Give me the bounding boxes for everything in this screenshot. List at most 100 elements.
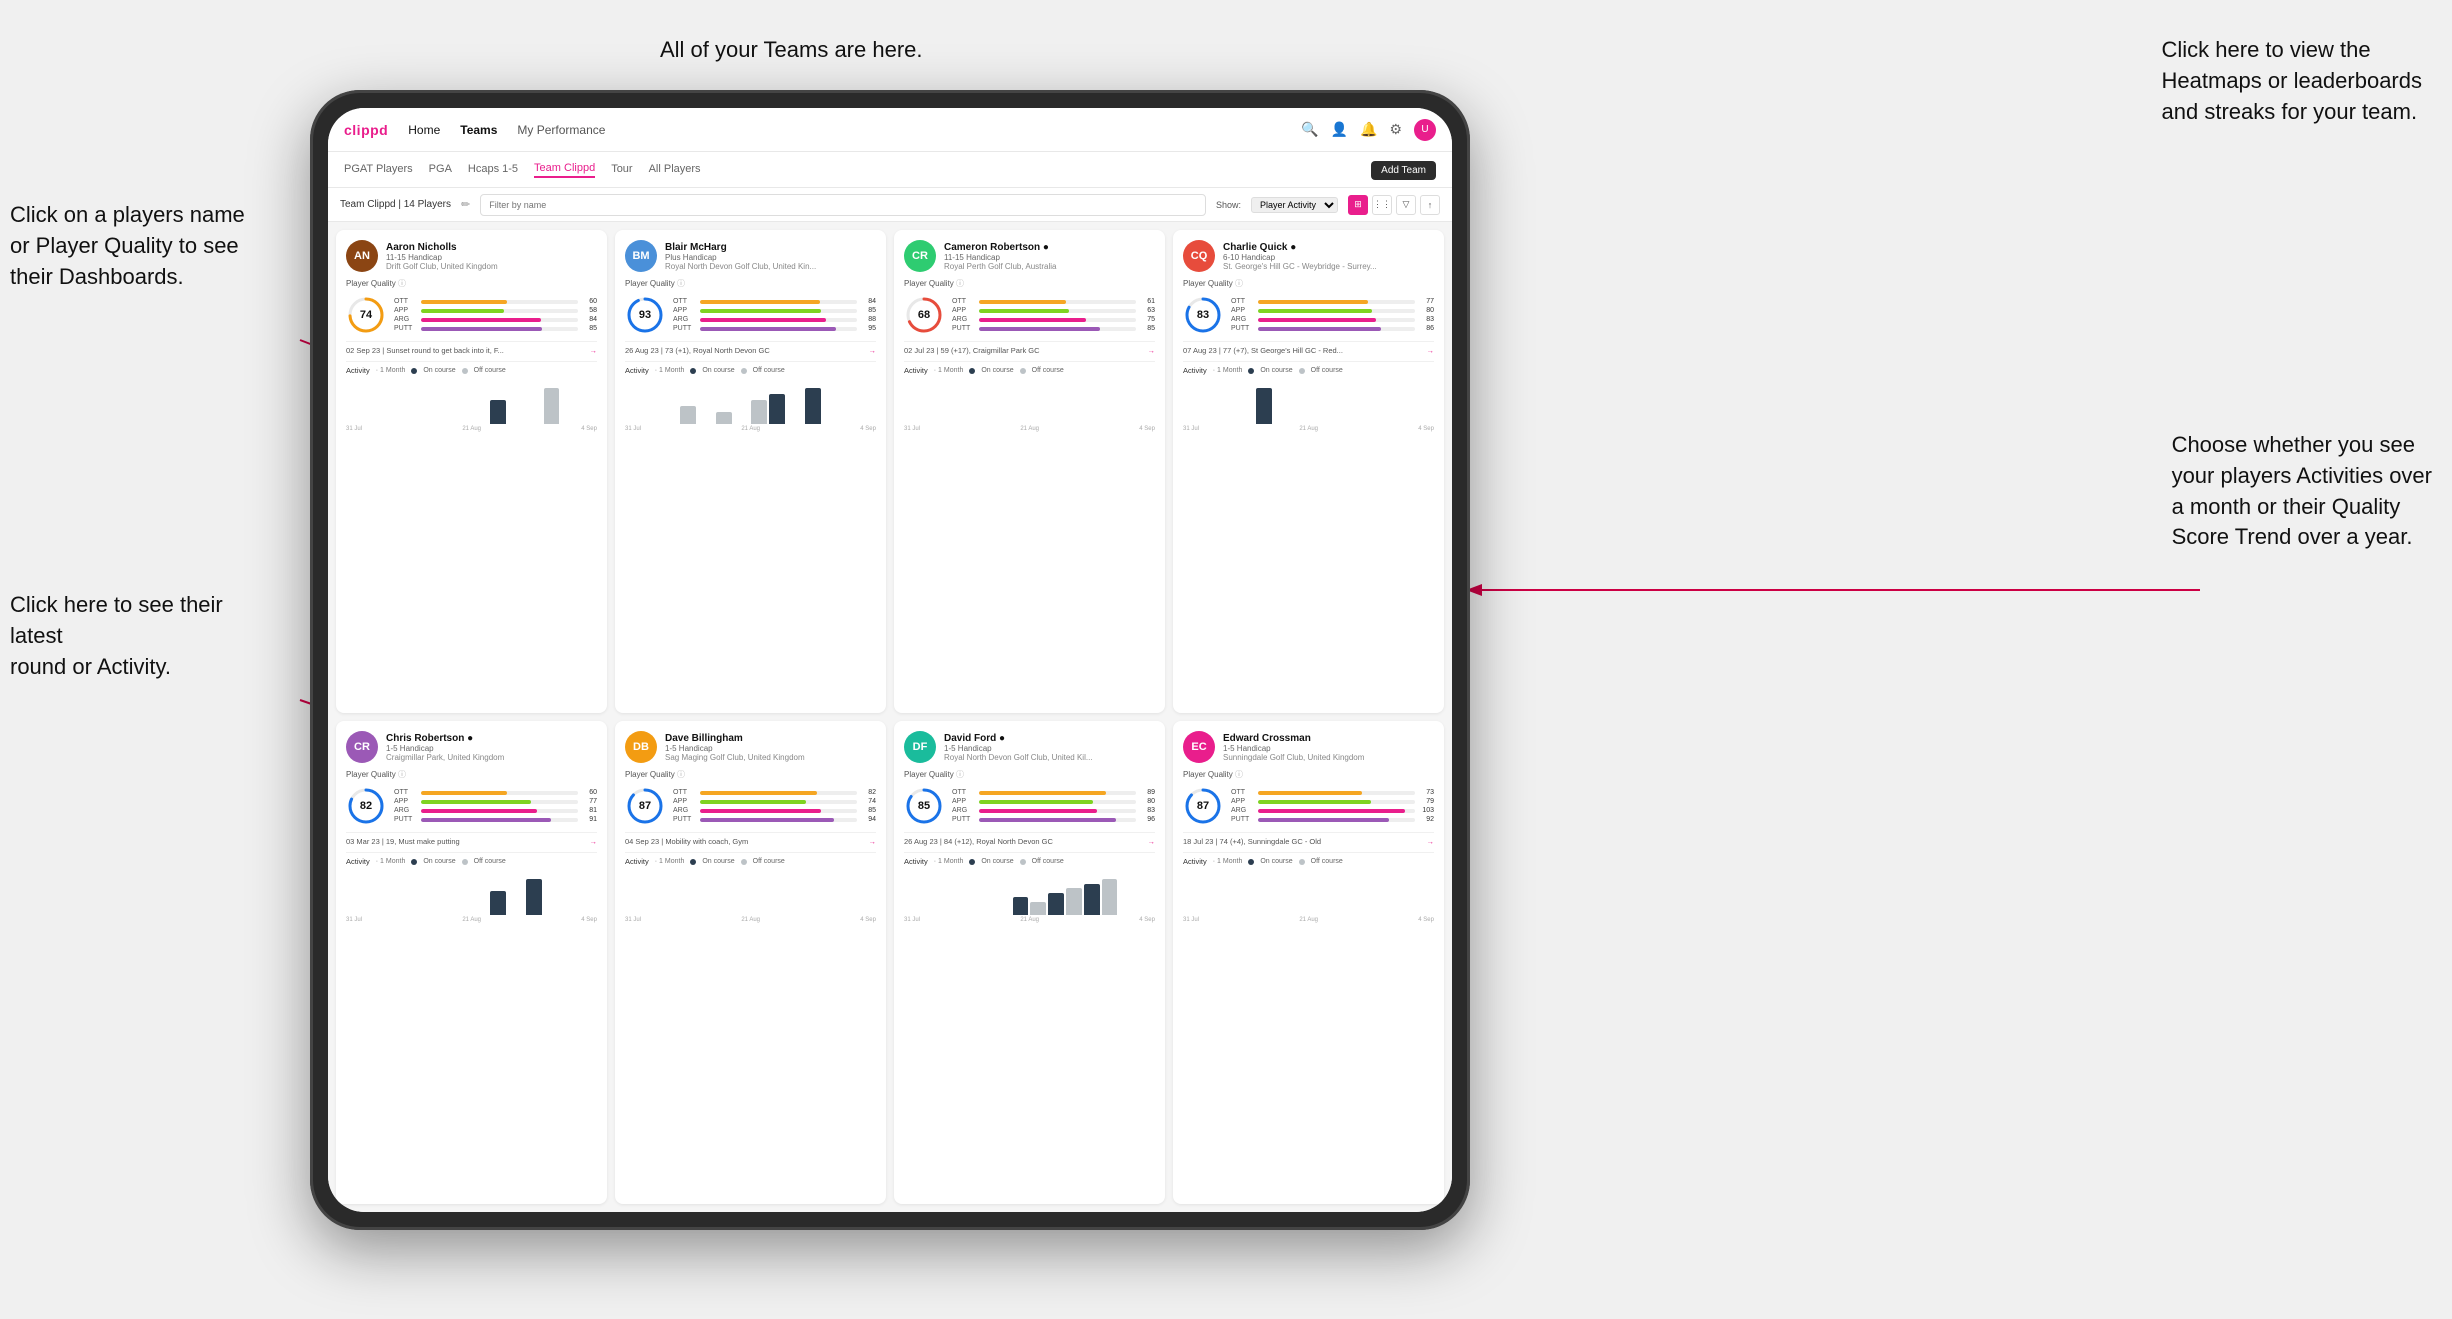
- activity-section: Activity · 1 Month On course Off course …: [904, 361, 1155, 432]
- player-name[interactable]: Charlie Quick ●: [1223, 242, 1434, 253]
- tab-team-clippd[interactable]: Team Clippd: [534, 162, 595, 178]
- stat-arg: ARG 83: [1231, 316, 1434, 323]
- quality-circle[interactable]: 93: [625, 295, 665, 335]
- tab-tour[interactable]: Tour: [611, 163, 632, 177]
- stat-ott: OTT 84: [673, 298, 876, 305]
- add-team-button[interactable]: Add Team: [1371, 161, 1436, 180]
- recent-round[interactable]: 03 Mar 23 | 19, Must make putting →: [346, 832, 597, 846]
- round-text: 26 Aug 23 | 73 (+1), Royal North Devon G…: [625, 346, 865, 355]
- quality-circle[interactable]: 74: [346, 295, 386, 335]
- player-card[interactable]: DF David Ford ● 1-5 Handicap Royal North…: [894, 721, 1165, 1204]
- player-card[interactable]: AN Aaron Nicholls 11-15 Handicap Drift G…: [336, 230, 607, 713]
- list-view-button[interactable]: ⋮⋮: [1372, 195, 1392, 215]
- player-handicap: 1-5 Handicap: [1223, 744, 1434, 753]
- activity-period[interactable]: · 1 Month: [376, 367, 406, 374]
- stat-arg: ARG 88: [673, 316, 876, 323]
- player-card[interactable]: CR Cameron Robertson ● 11-15 Handicap Ro…: [894, 230, 1165, 713]
- player-name[interactable]: David Ford ●: [944, 733, 1155, 744]
- player-name[interactable]: Blair McHarg: [665, 242, 876, 253]
- quality-section: 82 OTT 60 APP 77 ARG 81: [346, 786, 597, 826]
- annotation-teams-here: All of your Teams are here.: [660, 35, 923, 66]
- bell-icon[interactable]: 🔔: [1360, 121, 1377, 138]
- round-arrow-icon: →: [1148, 837, 1156, 846]
- player-header: CR Cameron Robertson ● 11-15 Handicap Ro…: [904, 240, 1155, 272]
- recent-round[interactable]: 18 Jul 23 | 74 (+4), Sunningdale GC - Ol…: [1183, 832, 1434, 846]
- activity-period[interactable]: · 1 Month: [934, 367, 964, 374]
- user-avatar[interactable]: U: [1414, 119, 1436, 141]
- nav-home[interactable]: Home: [408, 123, 440, 137]
- off-course-label: Off course: [753, 367, 785, 374]
- settings-icon[interactable]: ⚙: [1389, 121, 1402, 138]
- player-name[interactable]: Dave Billingham: [665, 733, 876, 744]
- activity-header: Activity · 1 Month On course Off course: [346, 857, 597, 866]
- player-card[interactable]: CR Chris Robertson ● 1-5 Handicap Craigm…: [336, 721, 607, 1204]
- recent-round[interactable]: 26 Aug 23 | 73 (+1), Royal North Devon G…: [625, 341, 876, 355]
- player-handicap: 11-15 Handicap: [386, 253, 597, 262]
- profile-icon[interactable]: 👤: [1331, 121, 1348, 138]
- search-input[interactable]: [480, 194, 1206, 216]
- activity-period[interactable]: · 1 Month: [934, 858, 964, 865]
- recent-round[interactable]: 02 Sep 23 | Sunset round to get back int…: [346, 341, 597, 355]
- annotation-activities: Choose whether you seeyour players Activ…: [2172, 430, 2432, 553]
- quality-stats: OTT 77 APP 80 ARG 83 PUTT 86: [1231, 298, 1434, 332]
- player-card[interactable]: CQ Charlie Quick ● 6-10 Handicap St. Geo…: [1173, 230, 1444, 713]
- stat-app: APP 80: [1231, 307, 1434, 314]
- sort-button[interactable]: ↑: [1420, 195, 1440, 215]
- player-name[interactable]: Chris Robertson ●: [386, 733, 597, 744]
- player-handicap: 1-5 Handicap: [386, 744, 597, 753]
- round-text: 18 Jul 23 | 74 (+4), Sunningdale GC - Ol…: [1183, 837, 1423, 846]
- activity-title: Activity: [1183, 366, 1207, 375]
- annotation-heatmaps: Click here to view theHeatmaps or leader…: [2162, 35, 2422, 127]
- player-club: Sunningdale Golf Club, United Kingdom: [1223, 753, 1434, 762]
- show-select[interactable]: Player Activity Quality Trend: [1251, 197, 1338, 213]
- ipad-frame: clippd Home Teams My Performance 🔍 👤 🔔 ⚙…: [310, 90, 1470, 1230]
- activity-chart: [346, 870, 597, 915]
- player-name[interactable]: Cameron Robertson ●: [944, 242, 1155, 253]
- quality-circle[interactable]: 82: [346, 786, 386, 826]
- tab-pga[interactable]: PGA: [429, 163, 452, 177]
- stat-arg: ARG 81: [394, 807, 597, 814]
- quality-number: 74: [360, 309, 372, 321]
- off-course-label: Off course: [753, 858, 785, 865]
- activity-title: Activity: [904, 857, 928, 866]
- recent-round[interactable]: 02 Jul 23 | 59 (+17), Craigmillar Park G…: [904, 341, 1155, 355]
- player-card[interactable]: BM Blair McHarg Plus Handicap Royal Nort…: [615, 230, 886, 713]
- quality-circle[interactable]: 68: [904, 295, 944, 335]
- brand-logo[interactable]: clippd: [344, 122, 388, 138]
- quality-circle[interactable]: 87: [625, 786, 665, 826]
- quality-circle[interactable]: 87: [1183, 786, 1223, 826]
- on-course-label: On course: [981, 367, 1013, 374]
- stat-arg: ARG 83: [952, 807, 1155, 814]
- player-card[interactable]: EC Edward Crossman 1-5 Handicap Sunningd…: [1173, 721, 1444, 1204]
- search-icon[interactable]: 🔍: [1301, 121, 1318, 138]
- recent-round[interactable]: 07 Aug 23 | 77 (+7), St George's Hill GC…: [1183, 341, 1434, 355]
- recent-round[interactable]: 04 Sep 23 | Mobility with coach, Gym →: [625, 832, 876, 846]
- activity-chart: [346, 379, 597, 424]
- activity-period[interactable]: · 1 Month: [655, 858, 685, 865]
- player-name[interactable]: Edward Crossman: [1223, 733, 1434, 744]
- activity-period[interactable]: · 1 Month: [655, 367, 685, 374]
- activity-period[interactable]: · 1 Month: [1213, 367, 1243, 374]
- quality-circle[interactable]: 83: [1183, 295, 1223, 335]
- player-handicap: 11-15 Handicap: [944, 253, 1155, 262]
- activity-period[interactable]: · 1 Month: [376, 858, 406, 865]
- recent-round[interactable]: 26 Aug 23 | 84 (+12), Royal North Devon …: [904, 832, 1155, 846]
- tab-all-players[interactable]: All Players: [649, 163, 701, 177]
- stat-ott: OTT 82: [673, 789, 876, 796]
- player-club: Sag Maging Golf Club, United Kingdom: [665, 753, 876, 762]
- player-avatar: BM: [625, 240, 657, 272]
- player-card[interactable]: DB Dave Billingham 1-5 Handicap Sag Magi…: [615, 721, 886, 1204]
- grid-view-button[interactable]: ⊞: [1348, 195, 1368, 215]
- activity-section: Activity · 1 Month On course Off course …: [346, 361, 597, 432]
- activity-header: Activity · 1 Month On course Off course: [1183, 366, 1434, 375]
- nav-teams[interactable]: Teams: [460, 123, 497, 137]
- activity-header: Activity · 1 Month On course Off course: [346, 366, 597, 375]
- player-name[interactable]: Aaron Nicholls: [386, 242, 597, 253]
- edit-team-icon[interactable]: ✏: [461, 198, 470, 211]
- nav-performance[interactable]: My Performance: [517, 123, 605, 137]
- quality-circle[interactable]: 85: [904, 786, 944, 826]
- filter-button[interactable]: ▽: [1396, 195, 1416, 215]
- tab-hcaps[interactable]: Hcaps 1-5: [468, 163, 518, 177]
- activity-period[interactable]: · 1 Month: [1213, 858, 1243, 865]
- tab-pgat[interactable]: PGAT Players: [344, 163, 413, 177]
